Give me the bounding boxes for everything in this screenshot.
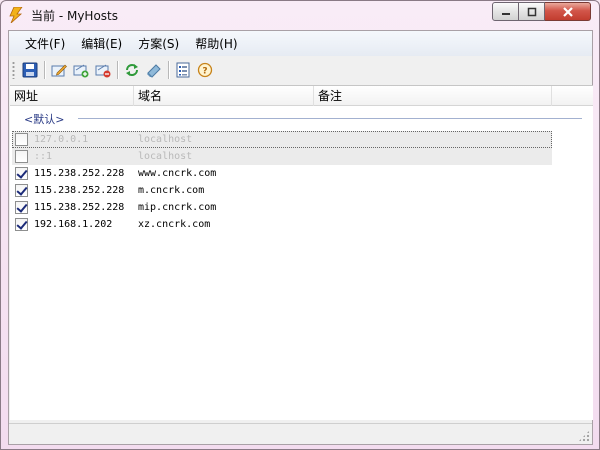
client-area: 文件(F) 编辑(E) 方案(S) 帮助(H) ? 网址 域名 备注 <默认> … bbox=[8, 30, 593, 445]
minimize-icon bbox=[501, 12, 510, 15]
toolbar: ? bbox=[9, 57, 592, 83]
close-button[interactable] bbox=[545, 2, 591, 21]
refresh-button[interactable] bbox=[121, 59, 143, 81]
window-controls bbox=[492, 2, 591, 21]
row-domain: mip.cncrk.com bbox=[138, 202, 217, 213]
row-domain: www.cncrk.com bbox=[138, 168, 217, 179]
row-checkbox[interactable] bbox=[15, 201, 28, 214]
add-entry-button[interactable] bbox=[70, 59, 92, 81]
table-row[interactable]: 115.238.252.228 mip.cncrk.com bbox=[12, 199, 552, 216]
toolbar-separator bbox=[117, 61, 118, 79]
svg-text:?: ? bbox=[202, 67, 207, 77]
app-window: 当前 - MyHosts 文件(F) 编辑(E) 方案(S) 帮助(H) ? 网… bbox=[0, 0, 600, 450]
column-note-header[interactable]: 备注 bbox=[314, 86, 552, 106]
row-domain: m.cncrk.com bbox=[138, 185, 205, 196]
table-row[interactable]: 115.238.252.228 m.cncrk.com bbox=[12, 182, 552, 199]
resize-grip[interactable] bbox=[578, 430, 590, 442]
menu-scheme[interactable]: 方案(S) bbox=[130, 34, 187, 54]
help-button[interactable]: ? bbox=[194, 59, 216, 81]
properties-button[interactable] bbox=[172, 59, 194, 81]
row-domain: xz.cncrk.com bbox=[138, 219, 211, 230]
toolbar-separator bbox=[168, 61, 169, 79]
toolbar-separator bbox=[44, 61, 45, 79]
minimize-button[interactable] bbox=[492, 2, 519, 21]
maximize-icon bbox=[527, 7, 536, 16]
remove-entry-button[interactable] bbox=[92, 59, 114, 81]
row-address: ::1 bbox=[34, 151, 53, 162]
refresh-icon bbox=[126, 64, 138, 76]
maximize-button[interactable] bbox=[519, 2, 545, 21]
table-row[interactable]: 127.0.0.1 localhost bbox=[12, 131, 552, 148]
menu-help[interactable]: 帮助(H) bbox=[187, 34, 245, 54]
row-address: 192.168.1.202 bbox=[34, 219, 113, 230]
toolbar-grip[interactable] bbox=[12, 61, 15, 79]
group-divider bbox=[78, 118, 582, 119]
row-checkbox[interactable] bbox=[15, 184, 28, 197]
menu-edit[interactable]: 编辑(E) bbox=[73, 34, 130, 54]
flush-button[interactable] bbox=[143, 59, 165, 81]
edit-button[interactable] bbox=[48, 59, 70, 81]
status-bar bbox=[9, 423, 592, 444]
table-row[interactable]: ::1 localhost bbox=[12, 148, 552, 165]
add-entry-icon bbox=[73, 64, 89, 78]
table-row[interactable]: 192.168.1.202 xz.cncrk.com bbox=[12, 216, 552, 233]
table-row[interactable]: 115.238.252.228 www.cncrk.com bbox=[12, 165, 552, 182]
menu-bar: 文件(F) 编辑(E) 方案(S) 帮助(H) bbox=[9, 31, 592, 56]
flush-icon bbox=[147, 64, 161, 78]
row-address: 115.238.252.228 bbox=[34, 185, 125, 196]
properties-icon bbox=[176, 62, 190, 78]
myhosts-app-icon[interactable] bbox=[9, 6, 23, 24]
row-checkbox[interactable] bbox=[15, 167, 28, 180]
row-checkbox[interactable] bbox=[15, 150, 28, 163]
row-checkbox[interactable] bbox=[15, 133, 28, 146]
hosts-list[interactable]: 网址 域名 备注 <默认> 127.0.0.1 localhost ::1 lo… bbox=[10, 85, 593, 420]
row-checkbox[interactable] bbox=[15, 218, 28, 231]
help-icon: ? bbox=[197, 62, 213, 78]
column-address-header[interactable]: 网址 bbox=[10, 86, 134, 106]
list-header: 网址 域名 备注 bbox=[10, 86, 593, 106]
window-title: 当前 - MyHosts bbox=[31, 9, 118, 23]
edit-icon bbox=[51, 64, 67, 77]
save-icon bbox=[22, 62, 38, 78]
menu-file[interactable]: 文件(F) bbox=[17, 34, 73, 54]
row-address: 115.238.252.228 bbox=[34, 168, 125, 179]
row-domain: localhost bbox=[138, 134, 193, 145]
save-button[interactable] bbox=[19, 59, 41, 81]
row-domain: localhost bbox=[138, 151, 193, 162]
group-label-default[interactable]: <默认> bbox=[24, 111, 64, 127]
title-bar[interactable]: 当前 - MyHosts bbox=[1, 1, 599, 29]
column-domain-header[interactable]: 域名 bbox=[134, 86, 314, 106]
row-address: 127.0.0.1 bbox=[34, 134, 89, 145]
row-address: 115.238.252.228 bbox=[34, 202, 125, 213]
close-icon bbox=[562, 6, 573, 17]
remove-entry-icon bbox=[95, 64, 111, 78]
